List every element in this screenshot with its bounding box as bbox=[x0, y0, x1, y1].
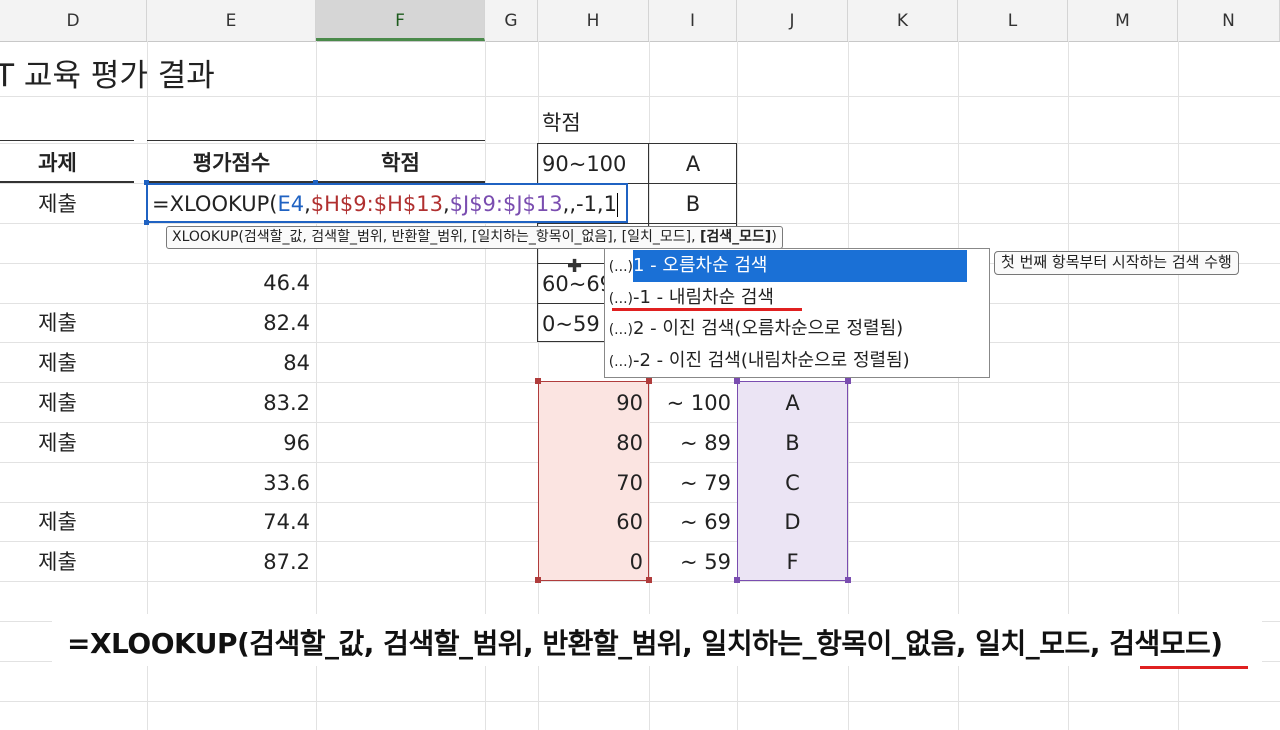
cell-e8[interactable]: 84 bbox=[147, 343, 316, 382]
cell-i10[interactable]: ~ 89 bbox=[649, 423, 737, 462]
cell-e9[interactable]: 83.2 bbox=[147, 383, 316, 422]
column-header-m[interactable]: M bbox=[1068, 0, 1178, 41]
cell-j9[interactable]: A bbox=[737, 383, 848, 422]
autocomplete-label: 2 - 이진 검색(오름차순으로 정렬됨) bbox=[633, 318, 904, 339]
autocomplete-item-ascending[interactable]: (...)1 - 오름차순 검색 bbox=[605, 250, 989, 282]
autocomplete-description-tooltip: 첫 번째 항목부터 시작하는 검색 수행 bbox=[994, 251, 1239, 275]
syntax-caption: =XLOOKUP(검색할_값, 검색할_범위, 반환할_범위, 일치하는_항목이… bbox=[67, 627, 1223, 660]
cell-h12[interactable]: 60 bbox=[538, 502, 649, 541]
autocomplete-label: -2 - 이진 검색(내림차순으로 정렬됨) bbox=[633, 350, 910, 371]
column-header-d[interactable]: D bbox=[0, 0, 147, 41]
header-score: 평가점수 bbox=[192, 151, 271, 175]
cell-e7[interactable]: 82.4 bbox=[147, 303, 316, 342]
cell-e6[interactable]: 46.4 bbox=[147, 263, 316, 302]
cell-d4[interactable]: 제출 bbox=[0, 184, 115, 223]
column-header-i[interactable]: I bbox=[649, 0, 737, 41]
cell-h10[interactable]: 80 bbox=[538, 423, 649, 462]
cell-h11[interactable]: 70 bbox=[538, 463, 649, 502]
grade-table-label: 학점 bbox=[542, 111, 581, 135]
argument-icon: (...) bbox=[608, 322, 633, 338]
autocomplete-label: -1 - 내림차순 검색 bbox=[633, 287, 774, 308]
formula-rest: ,,-1,1 bbox=[562, 192, 617, 216]
cell-j12[interactable]: D bbox=[737, 502, 848, 541]
cell-i12[interactable]: ~ 69 bbox=[649, 502, 737, 541]
column-header-l[interactable]: L bbox=[958, 0, 1068, 41]
tooltip-close: ) bbox=[771, 229, 777, 245]
small-table-range-5[interactable]: 0~59 bbox=[538, 304, 604, 343]
column-header-g[interactable]: G bbox=[485, 0, 538, 41]
function-signature-tooltip: XLOOKUP(검색할_값, 검색할_범위, 반환할_범위, [일치하는_항목이… bbox=[166, 226, 783, 249]
cell-i13[interactable]: ~ 59 bbox=[649, 542, 737, 581]
cell-d9[interactable]: 제출 bbox=[0, 383, 115, 422]
tooltip-args: XLOOKUP(검색할_값, 검색할_범위, 반환할_범위, [일치하는_항목이… bbox=[172, 229, 700, 245]
header-assignment: 과제 bbox=[38, 151, 77, 175]
column-header-e[interactable]: E bbox=[147, 0, 316, 41]
red-underline-descending bbox=[612, 308, 802, 311]
column-header-j[interactable]: J bbox=[737, 0, 848, 41]
cell-j11[interactable]: C bbox=[737, 463, 848, 502]
cell-j10[interactable]: B bbox=[737, 423, 848, 462]
autocomplete-item-binary-descending[interactable]: (...)-2 - 이진 검색(내림차순으로 정렬됨) bbox=[605, 345, 989, 377]
cell-i11[interactable]: ~ 79 bbox=[649, 463, 737, 502]
formula-fn: =XLOOKUP( bbox=[152, 192, 278, 216]
cell-d12[interactable]: 제출 bbox=[0, 502, 115, 541]
small-table-grade-2[interactable]: B bbox=[649, 184, 737, 223]
formula-sep-1: , bbox=[304, 192, 311, 216]
argument-icon: (...) bbox=[608, 259, 633, 275]
column-header-f[interactable]: F bbox=[316, 0, 485, 41]
autocomplete-item-binary-ascending[interactable]: (...)2 - 이진 검색(오름차순으로 정렬됨) bbox=[605, 313, 989, 345]
cell-h13[interactable]: 0 bbox=[538, 542, 649, 581]
column-header-k[interactable]: K bbox=[848, 0, 958, 41]
tooltip-current-arg: [검색_모드] bbox=[700, 229, 772, 245]
formula-edit-cell[interactable]: =XLOOKUP(E4,$H$9:$H$13,$J$9:$J$13,,-1,1 bbox=[146, 183, 628, 223]
formula-arg-return-range: $J$9:$J$13 bbox=[449, 192, 563, 216]
argument-autocomplete-list: (...)1 - 오름차순 검색 (...)-1 - 내림차순 검색 (...)… bbox=[604, 248, 990, 378]
column-header-bar: D E F G H I J K L M N bbox=[0, 0, 1280, 42]
sheet-title: IT 교육 평가 결과 bbox=[0, 58, 215, 94]
formula-sep-2: , bbox=[442, 192, 450, 216]
cell-d13[interactable]: 제출 bbox=[0, 542, 115, 581]
formula-arg-lookup-value: E4 bbox=[277, 192, 305, 216]
text-caret bbox=[616, 193, 618, 217]
cell-e10[interactable]: 96 bbox=[147, 423, 316, 462]
small-table-range-1[interactable]: 90~100 bbox=[538, 144, 649, 183]
crosshair-cursor-icon: ✚ bbox=[567, 256, 583, 277]
cell-j13[interactable]: F bbox=[737, 542, 848, 581]
column-header-n[interactable]: N bbox=[1178, 0, 1280, 41]
cell-d8[interactable]: 제출 bbox=[0, 343, 115, 382]
cell-d7[interactable]: 제출 bbox=[0, 303, 115, 342]
cell-d10[interactable]: 제출 bbox=[0, 423, 115, 462]
red-underline-search-mode bbox=[1140, 666, 1248, 669]
cell-e11[interactable]: 33.6 bbox=[147, 463, 316, 502]
cell-i9[interactable]: ~ 100 bbox=[649, 383, 737, 422]
autocomplete-label: 1 - 오름차순 검색 bbox=[633, 250, 968, 282]
small-table-grade-1[interactable]: A bbox=[649, 144, 737, 183]
formula-arg-lookup-range: $H$9:$H$13 bbox=[310, 192, 443, 216]
header-grade: 학점 bbox=[381, 151, 420, 175]
cell-e12[interactable]: 74.4 bbox=[147, 502, 316, 541]
column-header-h[interactable]: H bbox=[538, 0, 649, 41]
argument-icon: (...) bbox=[608, 354, 633, 370]
cell-h9[interactable]: 90 bbox=[538, 383, 649, 422]
cell-e13[interactable]: 87.2 bbox=[147, 542, 316, 581]
